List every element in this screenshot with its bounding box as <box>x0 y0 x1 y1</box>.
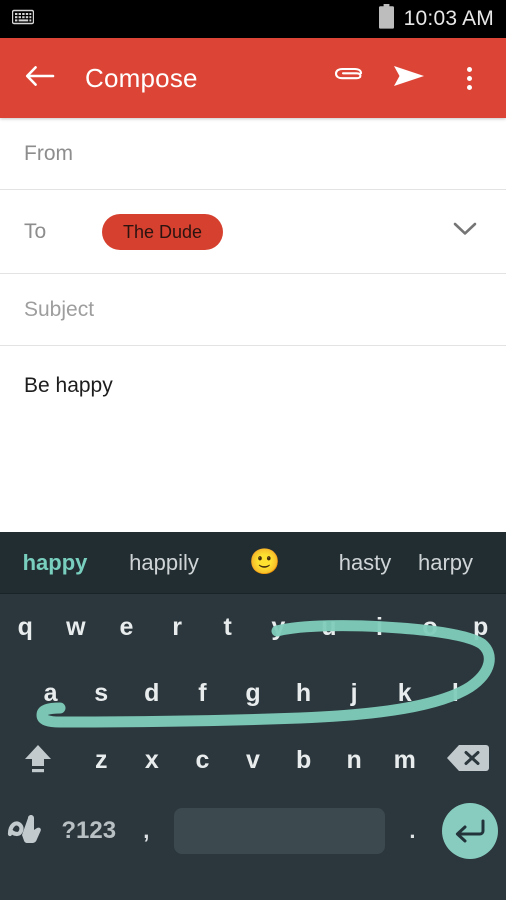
key-p[interactable]: p <box>455 594 506 660</box>
status-bar: 10:03 AM <box>0 0 506 38</box>
suggestion-3[interactable]: hasty <box>312 550 418 576</box>
suggestion-4[interactable]: harpy <box>418 550 506 576</box>
key-k[interactable]: k <box>379 660 430 726</box>
key-g[interactable]: g <box>228 660 279 726</box>
body-field[interactable]: Be happy <box>0 346 506 486</box>
to-field-row[interactable]: To The Dude <box>0 190 506 274</box>
comma-key[interactable]: , <box>125 794 168 868</box>
key-x[interactable]: x <box>127 726 178 794</box>
compose-screen: 10:03 AM Compose From To The Dude Subjec… <box>0 0 506 900</box>
back-arrow-icon <box>25 64 55 93</box>
page-title: Compose <box>85 62 198 93</box>
keyboard-row-3: z x c v b n m <box>0 726 506 794</box>
gesture-typing-key[interactable] <box>0 794 53 868</box>
keyboard-row-2: a s d f g h j k l <box>0 660 506 726</box>
attach-button[interactable] <box>332 61 366 95</box>
compose-form: From To The Dude Subject Be happy <box>0 118 506 532</box>
symbols-key[interactable]: ?123 <box>53 794 125 868</box>
row2-right-pad <box>481 660 506 726</box>
shift-key[interactable] <box>0 726 76 794</box>
status-bar-clock: 10:03 AM <box>403 7 494 30</box>
key-h[interactable]: h <box>278 660 329 726</box>
keyboard-row-1: q w e r t y u i o p <box>0 594 506 660</box>
key-a[interactable]: a <box>25 660 76 726</box>
gesture-typing-icon <box>7 812 45 851</box>
subject-field-row[interactable]: Subject <box>0 274 506 346</box>
key-l[interactable]: l <box>430 660 481 726</box>
key-c[interactable]: c <box>177 726 228 794</box>
status-bar-left <box>11 9 35 30</box>
space-key[interactable] <box>173 808 385 854</box>
key-q[interactable]: q <box>0 594 51 660</box>
back-button[interactable] <box>20 58 60 98</box>
suggestion-1[interactable]: happily <box>110 550 218 576</box>
virtual-keyboard: happy happily 🙂 hasty harpy q w e r t y … <box>0 532 506 900</box>
backspace-key[interactable] <box>430 726 506 794</box>
paperclip-icon <box>334 64 364 93</box>
key-t[interactable]: t <box>202 594 253 660</box>
recipient-chip[interactable]: The Dude <box>102 213 224 250</box>
app-bar: Compose <box>0 38 506 118</box>
suggestion-0[interactable]: happy <box>0 550 110 576</box>
expand-recipients-button[interactable] <box>448 215 482 249</box>
keyboard-row-4: ?123 , . <box>0 794 506 868</box>
battery-icon <box>378 4 395 34</box>
send-button[interactable] <box>392 61 426 95</box>
suggestion-strip: happy happily 🙂 hasty harpy <box>0 532 506 594</box>
key-j[interactable]: j <box>329 660 380 726</box>
overflow-menu-button[interactable] <box>452 61 486 95</box>
period-key[interactable]: . <box>391 794 434 868</box>
enter-key[interactable] <box>434 794 506 868</box>
key-u[interactable]: u <box>304 594 355 660</box>
chevron-down-icon <box>452 221 478 242</box>
key-w[interactable]: w <box>51 594 102 660</box>
app-bar-actions <box>332 61 486 95</box>
key-r[interactable]: r <box>152 594 203 660</box>
key-i[interactable]: i <box>354 594 405 660</box>
from-label: From <box>24 141 73 165</box>
key-n[interactable]: n <box>329 726 380 794</box>
key-b[interactable]: b <box>278 726 329 794</box>
overflow-menu-icon <box>466 66 472 90</box>
status-bar-right: 10:03 AM <box>378 4 494 34</box>
key-m[interactable]: m <box>379 726 430 794</box>
enter-icon <box>442 803 499 859</box>
key-o[interactable]: o <box>405 594 456 660</box>
keyboard-icon <box>11 9 35 30</box>
key-z[interactable]: z <box>76 726 127 794</box>
key-d[interactable]: d <box>126 660 177 726</box>
backspace-icon <box>446 743 490 778</box>
shift-icon <box>20 740 56 781</box>
key-e[interactable]: e <box>101 594 152 660</box>
from-field-row[interactable]: From <box>0 118 506 190</box>
row2-left-pad <box>0 660 25 726</box>
key-y[interactable]: y <box>253 594 304 660</box>
key-s[interactable]: s <box>76 660 127 726</box>
body-text: Be happy <box>24 374 113 397</box>
to-label: To <box>24 219 47 243</box>
subject-input[interactable]: Subject <box>24 298 94 322</box>
key-v[interactable]: v <box>228 726 279 794</box>
send-icon <box>393 63 425 94</box>
key-f[interactable]: f <box>177 660 228 726</box>
suggestion-emoji[interactable]: 🙂 <box>218 550 312 575</box>
